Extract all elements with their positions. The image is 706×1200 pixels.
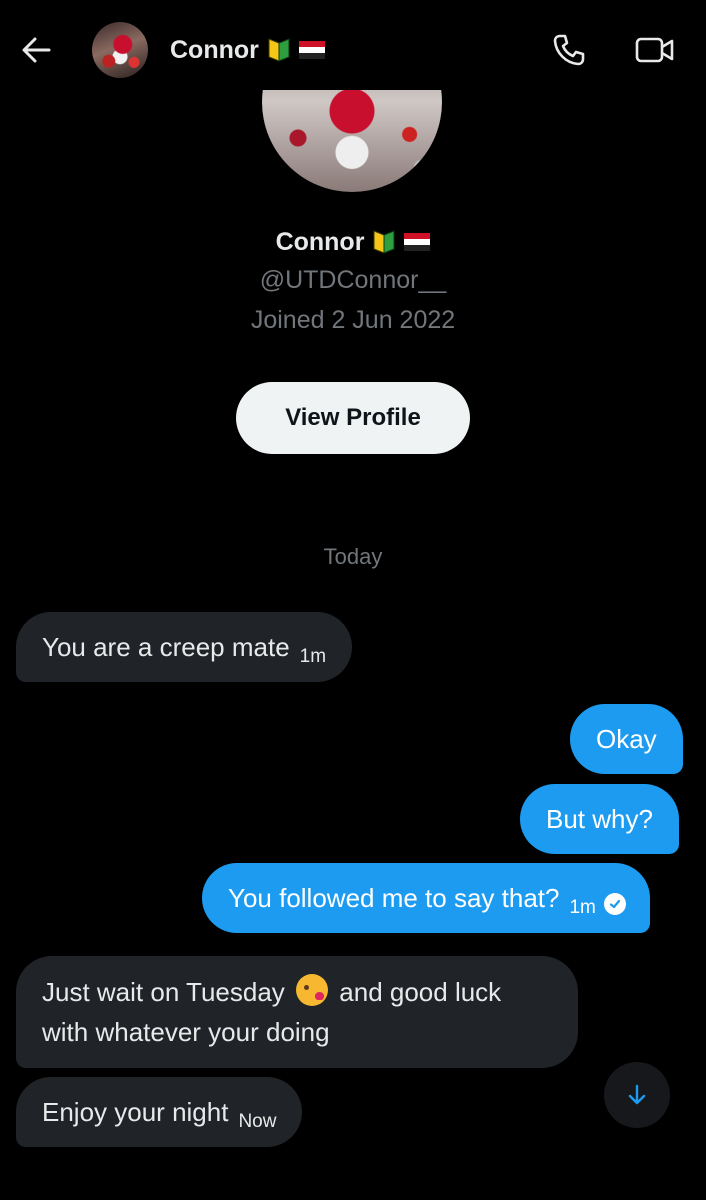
- back-button[interactable]: [14, 30, 58, 70]
- profile-name: Connor: [275, 227, 365, 256]
- date-separator: Today: [323, 544, 383, 569]
- message-bubble-incoming[interactable]: Just wait on Tuesday and good luck with …: [16, 956, 578, 1068]
- yemen-flag-icon: [298, 41, 325, 59]
- seen-check-icon: [603, 893, 626, 915]
- profile-name-row: Connor: [0, 222, 706, 262]
- japanese-beginner-symbol-icon: [268, 38, 290, 62]
- message-text: You are a creep mate: [42, 632, 290, 662]
- header-title[interactable]: Connor: [170, 32, 325, 68]
- message-time: Now: [238, 1111, 277, 1132]
- profile-joined-date: Joined 2 Jun 2022: [250, 306, 456, 334]
- message-text: You followed me to say that?: [228, 883, 560, 913]
- avatar[interactable]: [92, 22, 148, 78]
- arrow-left-icon: [22, 37, 51, 63]
- phone-icon: [553, 34, 585, 66]
- profile-handle: @UTDConnor__: [259, 266, 447, 294]
- face-blowing-a-kiss-icon: [296, 974, 329, 1006]
- message-bubble-outgoing[interactable]: You followed me to say that? 1m: [202, 863, 650, 933]
- message-text-before-emoji: Just wait on Tuesday: [42, 977, 285, 1007]
- message-bubble-incoming[interactable]: You are a creep mate 1m: [16, 612, 353, 682]
- message-text: But why?: [546, 804, 653, 834]
- message-time: 1m: [569, 897, 596, 918]
- message-text: Okay: [596, 724, 657, 754]
- message-bubble-incoming[interactable]: Enjoy your night Now: [16, 1077, 303, 1147]
- message-bubble-outgoing[interactable]: But why?: [520, 784, 679, 854]
- message-time: 1m: [299, 646, 327, 667]
- arrow-down-icon: [628, 1084, 646, 1105]
- dm-conversation-screen: Connor Connor @UTDConnor__ Joined 2 Jun …: [0, 0, 706, 1200]
- video-call-button[interactable]: [632, 30, 678, 70]
- message-bubble-outgoing[interactable]: Okay: [570, 704, 683, 774]
- japanese-beginner-symbol-icon: [373, 230, 395, 254]
- scroll-to-bottom-button[interactable]: [604, 1062, 670, 1128]
- voice-call-button[interactable]: [548, 30, 590, 70]
- header-name: Connor: [170, 35, 259, 64]
- message-text: Enjoy your night: [42, 1097, 229, 1127]
- view-profile-button[interactable]: View Profile: [236, 382, 470, 454]
- yemen-flag-icon: [404, 233, 431, 251]
- video-camera-icon: [635, 37, 674, 63]
- conversation-header: Connor: [0, 0, 706, 100]
